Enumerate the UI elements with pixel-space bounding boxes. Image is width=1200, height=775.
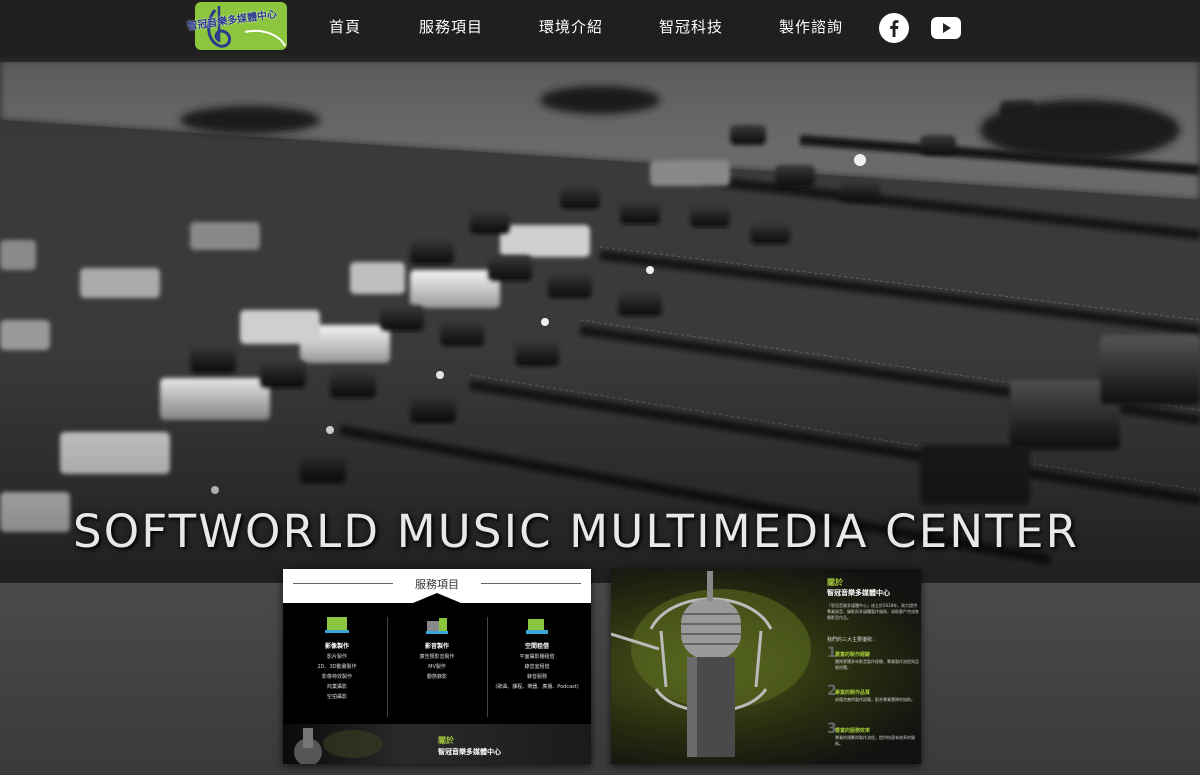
youtube-icon[interactable] bbox=[930, 13, 962, 43]
point-desc: 團隊累積多年影音製作經驗，專業製作流程與品質把關。 bbox=[835, 659, 919, 670]
column-divider bbox=[487, 617, 488, 717]
service-item: 廣告類影音製作 bbox=[419, 654, 455, 660]
service-item: 錄音服務 bbox=[526, 674, 547, 680]
about-heading: 關於 bbox=[827, 578, 843, 587]
monitor-icon bbox=[325, 617, 349, 633]
service-item: 影片製作 bbox=[326, 654, 347, 660]
service-item: 空拍攝影 bbox=[326, 694, 347, 700]
about-card[interactable]: 關於 智冠音樂多媒體中心 「智冠音樂多媒體中心」成立於2018年，致力提供專業錄… bbox=[611, 569, 921, 764]
service-column-audio: 影音製作 廣告類影音製作 MV製作 動態錄影 bbox=[389, 615, 485, 680]
nav-item-softworld[interactable]: 智冠科技 bbox=[659, 16, 723, 37]
top-navigation: 智冠音樂多媒體中心 首頁 服務項目 環境介紹 智冠科技 製作諮詢 bbox=[0, 0, 1200, 62]
service-item: 影像特效製作 bbox=[321, 674, 352, 680]
hero-shade bbox=[0, 0, 1200, 583]
about-name: 智冠音樂多媒體中心 bbox=[438, 748, 501, 756]
bottom-strip bbox=[0, 583, 1200, 775]
point-title: 豐富的服務效率 bbox=[835, 728, 871, 734]
service-name: 影像製作 bbox=[324, 643, 349, 650]
point-title: 專業的製作品質 bbox=[835, 690, 871, 696]
hero-title: SOFTWORLD MUSIC MULTIMEDIA CENTER bbox=[73, 505, 1080, 558]
about-lead: 我們的三大主要優勢： bbox=[827, 637, 878, 643]
services-about-band bbox=[283, 724, 591, 764]
service-name: 影音製作 bbox=[424, 643, 449, 650]
about-intro: 「智冠音樂多媒體中心」成立於2018年，致力提供專業錄音、攝影與多媒體製作服務，… bbox=[827, 603, 919, 620]
service-item: 平面攝影棚租借 bbox=[519, 654, 555, 660]
service-item: (歌曲、課程、樂器、廣播、Podcast) bbox=[495, 684, 579, 690]
nav-item-environment[interactable]: 環境介紹 bbox=[539, 16, 603, 37]
hero-banner bbox=[0, 0, 1200, 583]
point-desc: 具備完善的製作設備，配合專業團隊的協助。 bbox=[835, 697, 915, 702]
point-desc: 專業的規劃與製作流程，提供快速有效率的服務。 bbox=[835, 735, 915, 746]
nav-item-home[interactable]: 首頁 bbox=[329, 16, 361, 37]
microphone-image bbox=[611, 571, 811, 757]
service-item: MV製作 bbox=[428, 664, 446, 670]
about-label: 關於 bbox=[438, 736, 454, 745]
services-title: 服務項目 bbox=[415, 578, 459, 591]
service-item: 商業攝影 bbox=[326, 684, 347, 690]
service-name: 空間租借 bbox=[524, 643, 549, 650]
service-item: 2D、3D動畫製作 bbox=[317, 664, 357, 670]
facebook-icon[interactable] bbox=[879, 13, 909, 43]
camera-icon bbox=[426, 618, 448, 634]
studio-icon bbox=[526, 619, 548, 634]
nav-item-services[interactable]: 服務項目 bbox=[419, 16, 483, 37]
about-name: 智冠音樂多媒體中心 bbox=[827, 589, 890, 597]
services-card[interactable]: 服務項目 影像製作 影片製作 2D、3D動畫製作 影像特效製作 商業攝影 空拍攝… bbox=[283, 569, 591, 764]
service-item: 動態錄影 bbox=[426, 674, 447, 680]
point-title: 豐富的製作經驗 bbox=[835, 652, 871, 658]
service-item: 錄音室租借 bbox=[524, 664, 550, 670]
service-column-video: 影像製作 影片製作 2D、3D動畫製作 影像特效製作 商業攝影 空拍攝影 bbox=[289, 615, 385, 700]
service-column-rental: 空間租借 平面攝影棚租借 錄音室租借 錄音服務 (歌曲、課程、樂器、廣播、Pod… bbox=[489, 615, 585, 690]
nav-item-consultation[interactable]: 製作諮詢 bbox=[779, 16, 843, 37]
column-divider bbox=[387, 617, 388, 717]
